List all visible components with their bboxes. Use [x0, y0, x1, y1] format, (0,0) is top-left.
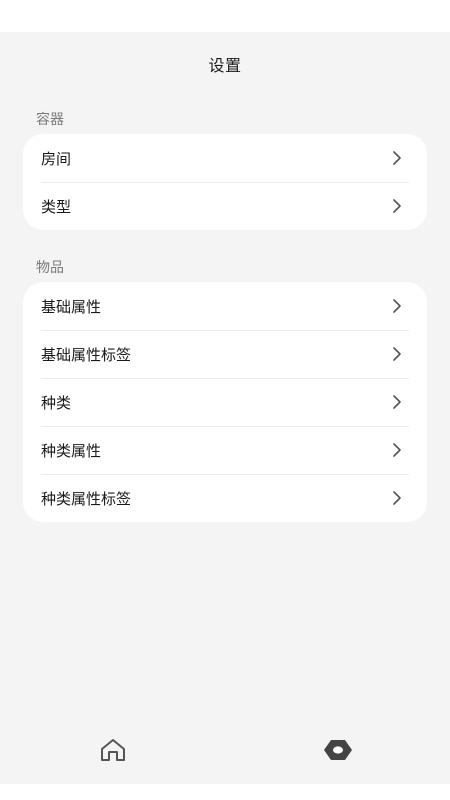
status-bar [0, 0, 450, 32]
settings-item-label: 类型 [41, 197, 72, 216]
home-icon [101, 739, 125, 761]
tab-settings[interactable] [322, 734, 354, 766]
settings-item-category-attributes[interactable]: 种类属性 [23, 426, 427, 474]
settings-item-type[interactable]: 类型 [23, 182, 427, 230]
settings-item-base-attributes[interactable]: 基础属性 [23, 282, 427, 330]
section-label-container: 容器 [36, 112, 64, 128]
page-title: 设置 [208, 56, 242, 75]
tab-home[interactable] [97, 734, 129, 766]
settings-item-label: 种类 [41, 393, 72, 412]
settings-item-label: 房间 [41, 149, 72, 168]
settings-item-label: 种类属性标签 [41, 489, 132, 508]
settings-item-label: 基础属性标签 [41, 345, 132, 364]
chevron-right-icon [393, 443, 401, 457]
chevron-right-icon [393, 299, 401, 313]
settings-screen: 设置 容器 房间 类型 物品 基础属性 基础属性标签 种类 种类属性 种类属性标… [0, 0, 450, 800]
settings-item-category-attribute-tags[interactable]: 种类属性标签 [23, 474, 427, 522]
chevron-right-icon [393, 199, 401, 213]
settings-group-container: 房间 类型 [23, 134, 427, 230]
chevron-right-icon [393, 395, 401, 409]
chevron-right-icon [393, 347, 401, 361]
settings-item-base-attribute-tags[interactable]: 基础属性标签 [23, 330, 427, 378]
home-indicator-area [0, 784, 450, 800]
settings-item-room[interactable]: 房间 [23, 134, 427, 182]
settings-group-item: 基础属性 基础属性标签 种类 种类属性 种类属性标签 [23, 282, 427, 522]
section-label-item: 物品 [36, 260, 64, 276]
settings-item-category[interactable]: 种类 [23, 378, 427, 426]
bottom-tab-bar [0, 718, 450, 784]
chevron-right-icon [393, 491, 401, 505]
settings-item-label: 种类属性 [41, 441, 102, 460]
settings-item-label: 基础属性 [41, 297, 102, 316]
chevron-right-icon [393, 151, 401, 165]
settings-icon [324, 740, 352, 760]
